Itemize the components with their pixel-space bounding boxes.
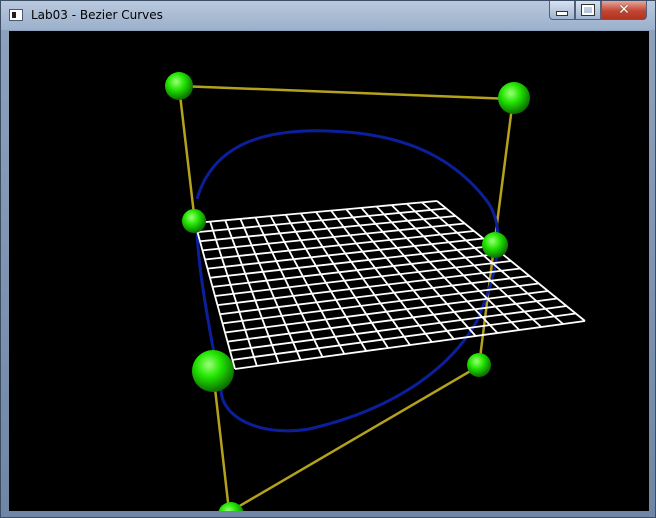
close-button[interactable]: ✕	[601, 1, 647, 20]
control-point-sphere[interactable]	[192, 350, 234, 392]
minimize-icon	[556, 10, 568, 16]
control-point-sphere[interactable]	[467, 353, 491, 377]
opengl-viewport[interactable]	[9, 31, 649, 511]
control-point-sphere[interactable]	[182, 209, 206, 233]
scene-svg	[9, 31, 649, 511]
maximize-icon	[581, 4, 595, 16]
scene-background	[9, 31, 649, 511]
control-point-sphere[interactable]	[482, 232, 508, 258]
minimize-button[interactable]	[549, 1, 575, 20]
control-point-sphere[interactable]	[498, 82, 530, 114]
title-bar[interactable]: Lab03 - Bezier Curves ✕	[1, 1, 655, 30]
maximize-button[interactable]	[575, 1, 601, 20]
window-controls: ✕	[549, 1, 647, 21]
app-icon	[9, 9, 23, 21]
close-icon: ✕	[618, 2, 630, 18]
window-title: Lab03 - Bezier Curves	[31, 8, 163, 22]
control-point-sphere[interactable]	[165, 72, 193, 100]
app-window: Lab03 - Bezier Curves ✕	[0, 0, 656, 518]
